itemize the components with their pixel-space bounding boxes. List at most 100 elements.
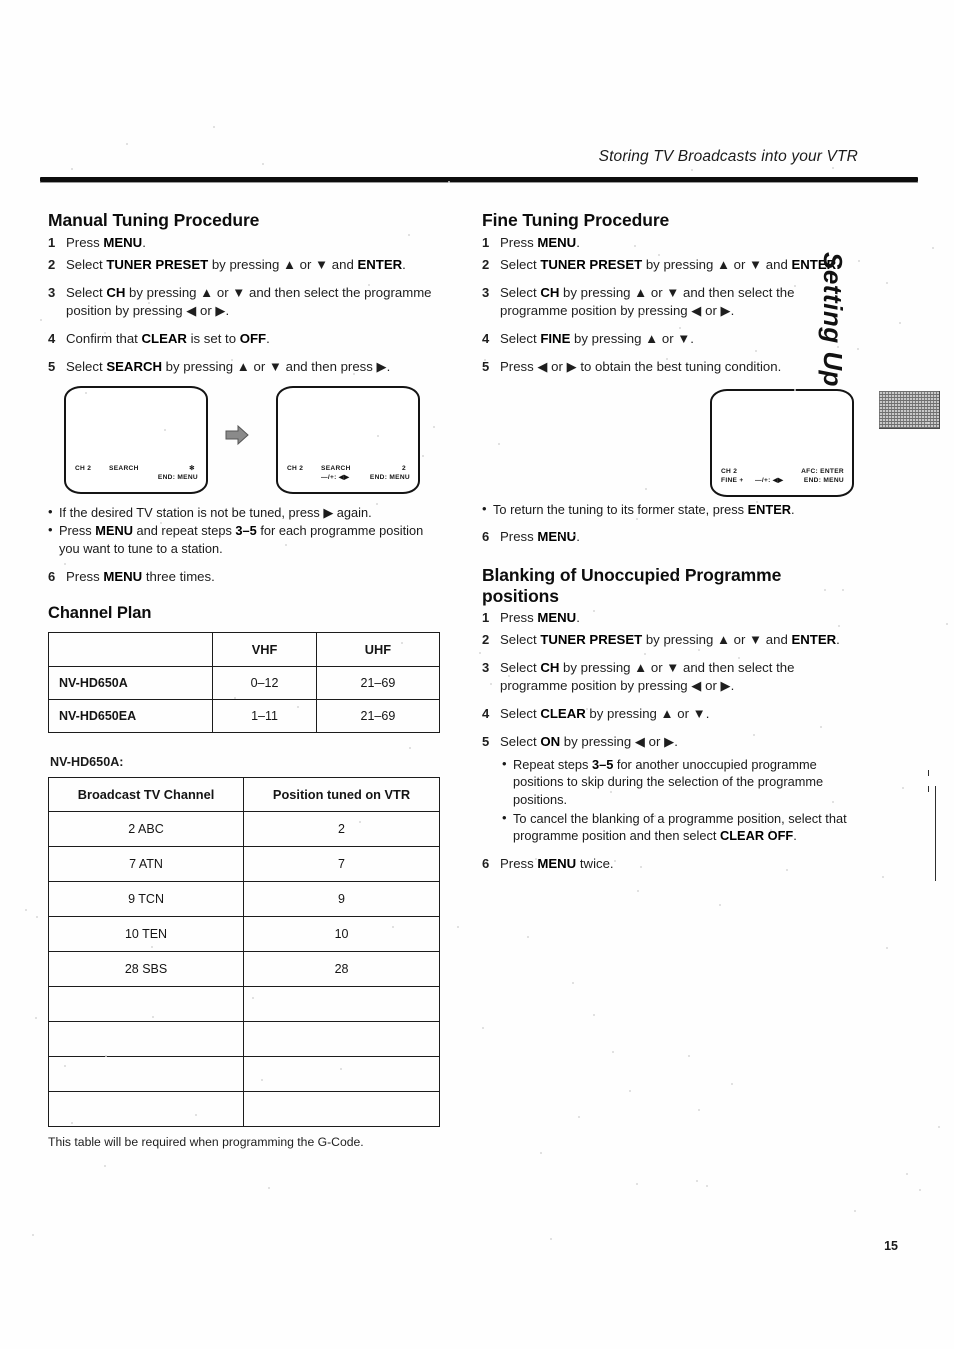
step-text: Press MENU. xyxy=(500,610,580,625)
manual-tuning-bullets: If the desired TV station is not be tune… xyxy=(48,504,440,558)
table-cell: 10 xyxy=(244,917,440,952)
step-number: 5 xyxy=(482,733,489,751)
table-cell: 28 SBS xyxy=(49,952,244,987)
manual-tuning-heading: Manual Tuning Procedure xyxy=(48,210,440,230)
procedure-step: 5 Press ◀ or ▶ to obtain the best tuning … xyxy=(482,358,862,377)
table-column-header: VHF xyxy=(213,633,317,667)
margin-tick xyxy=(928,786,929,792)
table-cell xyxy=(49,1057,244,1092)
blanking-bullets: Repeat steps 3–5 for another unoccupied … xyxy=(502,756,862,845)
step-text: Select TUNER PRESET by pressing ▲ or ▼ a… xyxy=(500,632,840,647)
manual-page: Storing TV Broadcasts into your VTR Manu… xyxy=(0,0,954,1349)
procedure-step: 4 Confirm that CLEAR is set to OFF. xyxy=(48,330,440,349)
step-number: 1 xyxy=(482,609,489,627)
procedure-step: 5 Select ON by pressing ◀ or ▶. xyxy=(482,733,862,752)
step-text: Select SEARCH by pressing ▲ or ▼ and the… xyxy=(66,359,390,374)
table-cell xyxy=(49,1092,244,1127)
blanking-heading-line1: Blanking of Unoccupied Programme xyxy=(482,565,862,585)
channel-plan-table: VHF UHF NV-HD650A 0–12 21–69 NV-HD650EA 1–11 2… xyxy=(48,632,440,733)
header-rule xyxy=(40,177,918,182)
step-number: 3 xyxy=(482,284,489,302)
procedure-step: 1 Press MENU. xyxy=(482,234,862,253)
procedure-step: 1 Press MENU. xyxy=(48,234,440,253)
table-cell: 9 TCN xyxy=(49,882,244,917)
osd-mode: SEARCH xyxy=(109,465,186,474)
tv-screen-search-after: CH 2 SEARCH 2 —/+: ◀▶ END: MENU xyxy=(276,386,420,494)
step-number: 1 xyxy=(48,234,55,252)
procedure-step: 6 Press MENU twice. xyxy=(482,855,862,874)
step-text: Press MENU. xyxy=(66,235,146,250)
step-number: 4 xyxy=(48,330,55,348)
step-number: 6 xyxy=(48,568,55,586)
channel-plan-heading: Channel Plan xyxy=(48,604,440,623)
blanking-steps: 1 Press MENU. 2 Select TUNER PRESET by pres… xyxy=(482,609,862,751)
table-cell: 2 xyxy=(244,812,440,847)
osd-spacer xyxy=(287,474,321,483)
step-number: 6 xyxy=(482,528,489,546)
bullet-item: If the desired TV station is not be tune… xyxy=(48,504,440,522)
table-cell: 21–69 xyxy=(316,667,439,700)
table-row: 28 SBS 28 xyxy=(49,952,440,987)
procedure-step: 1 Press MENU. xyxy=(482,609,862,628)
procedure-step: 6 Press MENU three times. xyxy=(48,568,440,587)
table-cell: 21–69 xyxy=(316,700,439,733)
step-text: Press MENU. xyxy=(500,235,580,250)
step-number: 5 xyxy=(48,358,55,376)
table-cell: 10 TEN xyxy=(49,917,244,952)
side-tab-label: Setting Up xyxy=(817,252,848,382)
table-cell: 7 xyxy=(244,847,440,882)
broadcast-table-model-label: NV-HD650A: xyxy=(50,755,440,769)
procedure-step: 3 Select CH by pressing ▲ or ▼ and then s… xyxy=(48,284,440,321)
table-row: 9 TCN 9 xyxy=(49,882,440,917)
blanking-final-step: 6 Press MENU twice. xyxy=(482,855,862,874)
osd-spacer xyxy=(755,468,801,477)
table-row xyxy=(49,1022,440,1057)
bullet-item: Repeat steps 3–5 for another unoccupied … xyxy=(502,756,862,809)
table-cell: NV-HD650A xyxy=(49,667,213,700)
osd-adjust-hint: —/+: ◀▶ xyxy=(755,477,804,486)
table-row xyxy=(49,1092,440,1127)
step-text: Select TUNER PRESET by pressing ▲ or ▼ a… xyxy=(500,257,840,272)
transition-arrow-icon xyxy=(224,424,250,446)
fine-tuning-bullets: To return the tuning to its former state… xyxy=(482,501,862,519)
table-cell xyxy=(244,987,440,1022)
table-cell xyxy=(244,1092,440,1127)
margin-tick xyxy=(928,770,929,776)
osd-text-before: CH 2 SEARCH ✻ END: MENU xyxy=(75,465,198,483)
step-text: Press MENU. xyxy=(500,529,580,544)
page-number: 15 xyxy=(884,1239,898,1253)
step-text: Select CH by pressing ▲ or ▼ and then se… xyxy=(66,285,432,319)
bullet-item: To cancel the blanking of a programme po… xyxy=(502,810,862,845)
table-cell xyxy=(49,1022,244,1057)
step-text: Confirm that CLEAR is set to OFF. xyxy=(66,331,270,346)
procedure-step: 3 Select CH by pressing ▲ or ▼ and then s… xyxy=(482,284,862,321)
step-number: 6 xyxy=(482,855,489,873)
step-text: Select CH by pressing ▲ or ▼ and then se… xyxy=(500,660,794,694)
procedure-step: 2 Select TUNER PRESET by pressing ▲ or ▼ … xyxy=(482,631,862,650)
step-text: Select CLEAR by pressing ▲ or ▼. xyxy=(500,706,709,721)
bullet-item: Press MENU and repeat steps 3–5 for each… xyxy=(48,522,440,557)
osd-value: 2 xyxy=(398,465,410,474)
procedure-step: 4 Select FINE by pressing ▲ or ▼. xyxy=(482,330,862,349)
table-row: NV-HD650EA 1–11 21–69 xyxy=(49,700,440,733)
table-cell: 7 ATN xyxy=(49,847,244,882)
step-text: Press MENU three times. xyxy=(66,569,215,584)
fine-tuning-heading: Fine Tuning Procedure xyxy=(482,210,862,230)
margin-rule xyxy=(935,786,936,881)
osd-mode: FINE + xyxy=(721,477,755,486)
table-header-row: VHF UHF xyxy=(49,633,440,667)
step-number: 2 xyxy=(482,256,489,274)
bullet-item: To return the tuning to its former state… xyxy=(482,501,862,519)
procedure-step: 5 Select SEARCH by pressing ▲ or ▼ and th… xyxy=(48,358,440,377)
blanking-heading-line2: positions xyxy=(482,586,862,606)
table-cell xyxy=(49,987,244,1022)
osd-end-hint: END: MENU xyxy=(370,474,410,483)
osd-text-fine: CH 2 AFC: ENTER FINE + —/+: ◀▶ END: MENU xyxy=(721,468,844,486)
osd-adjust-hint: —/+: ◀▶ xyxy=(321,474,370,483)
procedure-step: 2 Select TUNER PRESET by pressing ▲ or ▼ … xyxy=(482,256,862,275)
table-cell xyxy=(244,1057,440,1092)
step-number: 2 xyxy=(482,631,489,649)
step-number: 3 xyxy=(48,284,55,302)
table-header-row: Broadcast TV Channel Position tuned on VT… xyxy=(49,778,440,812)
step-text: Select FINE by pressing ▲ or ▼. xyxy=(500,331,694,346)
